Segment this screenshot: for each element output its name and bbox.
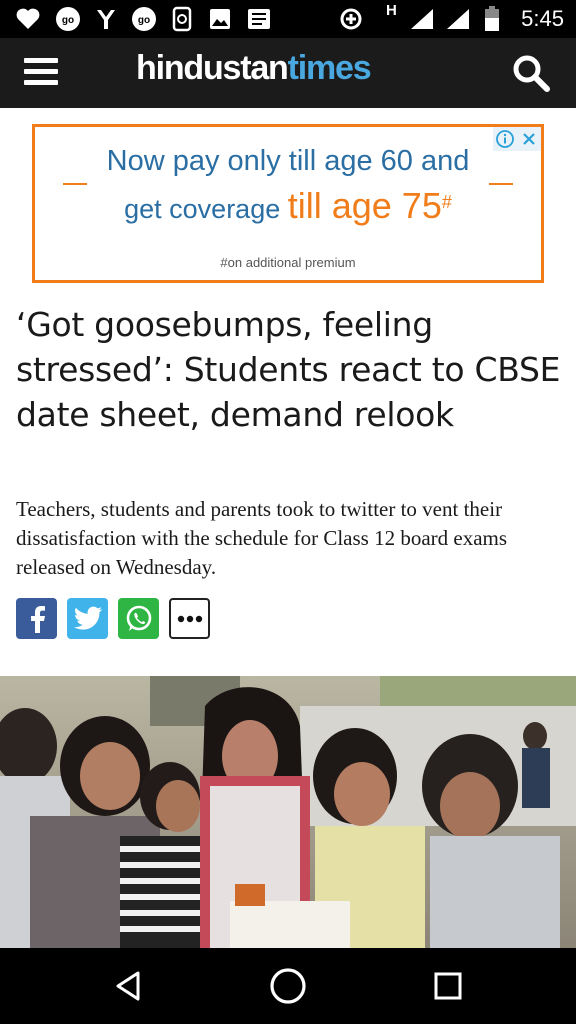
share-more-button[interactable]: [169, 598, 210, 639]
system-navigation-bar: [0, 948, 576, 1024]
whatsapp-icon: [126, 605, 151, 631]
phone-app-icon: [170, 6, 194, 32]
search-icon: [513, 55, 550, 92]
news-icon: [246, 6, 272, 32]
network-type-label: H: [386, 2, 397, 19]
ad-headline-line1: Now pay only till age 60 and: [106, 145, 470, 177]
menu-icon: [24, 58, 58, 63]
share-whatsapp-button[interactable]: [118, 598, 159, 639]
share-bar: [16, 598, 210, 639]
menu-button[interactable]: [22, 54, 62, 90]
status-bar: go go H 5:45: [0, 0, 576, 38]
recents-square-icon: [434, 972, 462, 1000]
signal-icon: [444, 6, 472, 32]
svg-text:go: go: [62, 15, 74, 26]
ad-headline-line2: get coverage till age 75#: [124, 185, 452, 226]
article-summary: Teachers, students and parents took to t…: [16, 497, 508, 579]
twitter-icon: [73, 606, 102, 630]
share-facebook-button[interactable]: [16, 598, 57, 639]
more-icon: [177, 615, 202, 622]
logo-text-primary: hindustan: [136, 49, 289, 87]
search-button[interactable]: [510, 52, 552, 94]
article-headline: ‘Got goosebumps, feeling stressed’: Stud…: [16, 305, 561, 434]
advertisement-banner[interactable]: Now pay only till age 60 and get coverag…: [32, 124, 544, 283]
site-logo[interactable]: hindustantimes: [136, 48, 372, 88]
ad-disclaimer: #on additional premium: [220, 255, 356, 270]
site-header: hindustantimes: [0, 38, 576, 108]
signal-icon: [408, 6, 436, 32]
go-icon: go: [54, 6, 82, 32]
battery-icon: [482, 6, 502, 32]
image-icon: [208, 6, 232, 32]
yahoo-y-icon: [94, 6, 118, 32]
heart-icon: [14, 6, 42, 32]
ad-highlight: till age 75: [287, 185, 442, 226]
status-time: 5:45: [521, 6, 564, 31]
ad-close-icon[interactable]: [517, 127, 541, 151]
article-photo[interactable]: [0, 676, 576, 948]
go-icon: go: [130, 6, 158, 32]
ad-controls: [493, 127, 541, 151]
recents-button[interactable]: [426, 966, 470, 1006]
share-twitter-button[interactable]: [67, 598, 108, 639]
back-button[interactable]: [106, 966, 150, 1006]
students-photo-image: [0, 676, 576, 948]
logo-text-accent: times: [287, 49, 372, 87]
ad-info-icon[interactable]: [493, 127, 517, 151]
home-circle-icon: [270, 968, 306, 1004]
home-button[interactable]: [266, 966, 310, 1006]
svg-text:go: go: [138, 15, 150, 26]
facebook-icon: [30, 605, 45, 633]
back-triangle-icon: [116, 971, 140, 1001]
data-saver-icon: [338, 6, 364, 32]
